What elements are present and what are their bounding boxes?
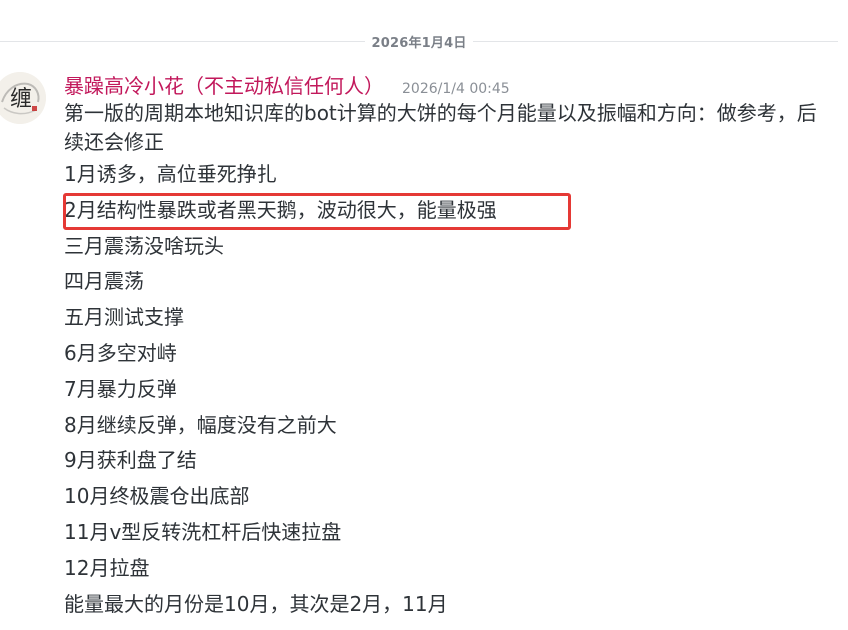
username[interactable]: 暴躁高冷小花（不主动私信任何人） [64,70,384,99]
message-line: 五月测试支撑 [64,305,184,330]
message-line: 1月诱多，高位垂死挣扎 [64,162,277,186]
message-body: 第一版的周期本地知识库的bot计算的大饼的每个月能量以及振幅和方向：做参考，后续… [64,98,834,622]
chat-message: 暴躁高冷小花（不主动私信任何人） 2026/1/4 00:45 第一版的周期本地… [64,70,834,622]
message-line: 9月获利盘了结 [64,448,197,473]
message-line: 8月继续反弹，幅度没有之前大 [64,412,337,437]
message-intro: 第一版的周期本地知识库的bot计算的大饼的每个月能量以及振幅和方向：做参考，后续… [64,101,817,154]
divider-line-left [0,40,366,42]
calligraphy-avatar-icon: 缠 [0,72,46,124]
message-line: 三月震荡没啥玩头 [64,233,224,258]
message-line: 7月暴力反弹 [64,376,177,401]
message-line: 11月v型反转洗杠杆后快速拉盘 [64,519,342,544]
date-divider-label: 2026年1月4日 [371,35,467,51]
message-line: 10月终极震仓出底部 [64,484,250,509]
message-line: 能量最大的月份是10月，其次是2月，11月 [64,591,448,616]
message-line: 12月拉盘 [64,555,150,580]
avatar-glyph: 缠 [10,87,32,112]
chat-window: 2026年1月4日 缠 暴躁高冷小花（不主动私信任何人） 2026/1/4 00… [0,0,848,630]
date-divider: 2026年1月4日 [0,28,848,54]
message-header: 暴躁高冷小花（不主动私信任何人） 2026/1/4 00:45 [64,70,834,98]
message-line-highlighted: 2月结构性暴跌或者黑天鹅，波动很大，能量极强 [64,197,497,222]
message-timestamp[interactable]: 2026/1/4 00:45 [402,81,510,97]
message-line: 6月多空对峙 [64,340,177,365]
avatar[interactable]: 缠 [0,72,46,124]
divider-line-right [472,40,839,42]
message-line: 四月震荡 [64,269,144,294]
